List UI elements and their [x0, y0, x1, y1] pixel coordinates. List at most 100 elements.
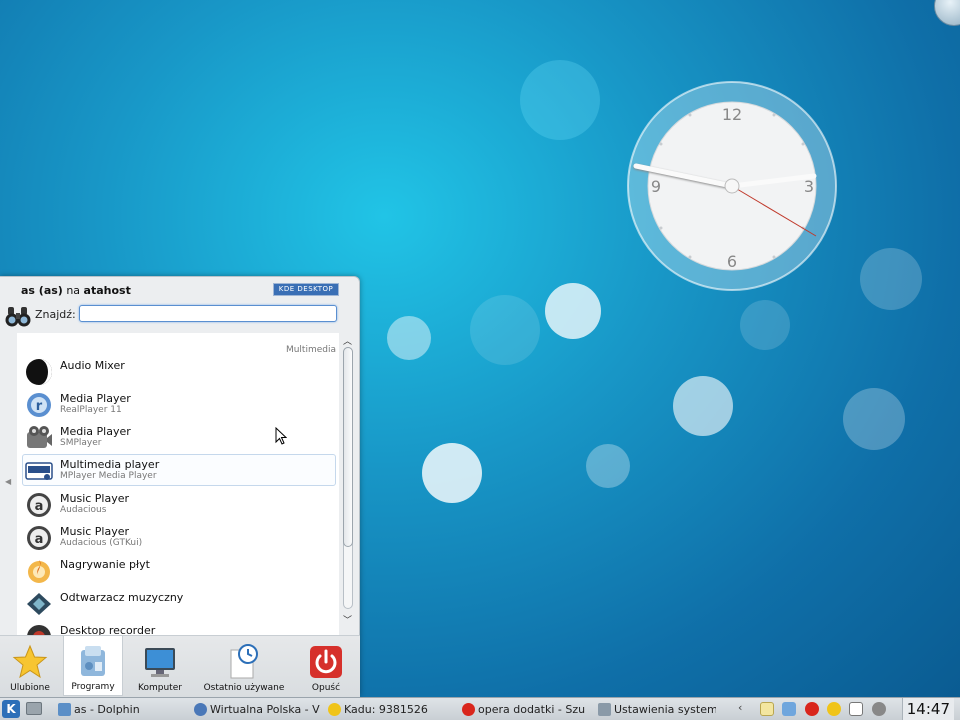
item-subtitle: Audacious (GTKui): [60, 538, 143, 548]
bokeh-light: [673, 376, 733, 436]
recorder-icon: [27, 625, 51, 635]
clock-numeral: 12: [722, 105, 742, 124]
kadu-icon: [328, 703, 341, 716]
list-item[interactable]: Media Player SMPlayer: [22, 421, 336, 453]
tab-recently-used[interactable]: Ostatnio używane: [196, 636, 292, 696]
tab-label: Ostatnio używane: [203, 683, 285, 693]
smplayer-icon: [27, 426, 52, 448]
list-item[interactable]: Audio Mixer: [22, 355, 336, 387]
search-input[interactable]: [79, 305, 337, 322]
item-subtitle: RealPlayer 11: [60, 405, 122, 415]
clock-numeral: 6: [727, 252, 737, 271]
star-icon: [12, 644, 48, 679]
bokeh-light: [470, 295, 540, 365]
clock-numeral: 3: [804, 177, 814, 196]
item-title: Odtwarzacz muzyczny: [60, 591, 184, 604]
item-subtitle: Audacious: [60, 505, 107, 515]
scroll-thumb[interactable]: [343, 347, 353, 547]
bokeh-light: [586, 444, 630, 488]
opera-tray-icon[interactable]: [805, 702, 819, 716]
user-info: as (as) na atahost: [21, 284, 131, 297]
tab-label: Ulubione: [10, 683, 50, 693]
clock-numeral: 9: [651, 177, 661, 196]
list-item[interactable]: r Media Player RealPlayer 11: [22, 388, 336, 420]
binoculars-icon: [5, 307, 31, 327]
tab-favorites[interactable]: Ulubione: [0, 636, 60, 696]
list-item[interactable]: Multimedia player MPlayer Media Player: [22, 454, 336, 486]
application-list: Multimedia Audio Mixer r Media Player Re…: [17, 333, 339, 635]
show-desktop-icon[interactable]: [26, 702, 42, 715]
list-item[interactable]: Desktop recorder: [22, 620, 336, 635]
applications-icon: [81, 646, 105, 676]
bokeh-light: [740, 300, 790, 350]
task-dolphin[interactable]: as - Dolphin: [56, 700, 188, 719]
dolphin-icon: [58, 703, 71, 716]
realplayer-icon: r: [27, 393, 51, 417]
audacious-icon: a: [27, 493, 51, 517]
task-browser[interactable]: Wirtualna Polska - V: [192, 700, 322, 719]
kickoff-tab-bar: Ulubione Programy Komputer Ostatnio używ…: [0, 635, 360, 697]
mouse-cursor-icon: [275, 427, 287, 445]
audacious-icon: a: [27, 526, 51, 550]
kadu-tray-icon[interactable]: [827, 702, 841, 716]
task-label: Ustawienia systemo: [614, 703, 716, 716]
kde-desktop-badge: KDE DESKTOP: [273, 283, 339, 296]
list-item[interactable]: a Music Player Audacious (GTKui): [22, 521, 336, 553]
tab-label: Opuść: [311, 683, 341, 693]
bokeh-light: [860, 248, 922, 310]
music-player-icon: [27, 593, 51, 615]
tab-label: Komputer: [138, 683, 182, 693]
item-title: Media Player: [60, 425, 131, 438]
clipboard-icon[interactable]: [760, 702, 774, 716]
task-opera[interactable]: opera dodatki - Szu: [460, 700, 592, 719]
opera-icon: [462, 703, 475, 716]
power-icon: [310, 646, 342, 678]
task-kadu[interactable]: Kadu: 9381526: [326, 700, 456, 719]
bokeh-light: [545, 283, 601, 339]
computer-icon: [145, 648, 175, 677]
kickoff-header: as (as) na atahost KDE DESKTOP Znajdź:: [0, 277, 359, 333]
category-header: Multimedia: [285, 345, 336, 355]
tab-leave[interactable]: Opuść: [296, 636, 356, 696]
window-icon[interactable]: [849, 702, 863, 716]
item-title: Desktop recorder: [60, 624, 156, 635]
audio-mixer-icon: [26, 359, 52, 385]
task-label: opera dodatki - Szu: [478, 703, 586, 716]
tab-applications[interactable]: Programy: [63, 636, 123, 696]
item-subtitle: SMPlayer: [60, 438, 102, 448]
digital-clock[interactable]: 14:47: [901, 698, 954, 720]
chevron-down-icon[interactable]: ﹀: [343, 613, 352, 626]
task-settings[interactable]: Ustawienia systemo: [596, 700, 716, 719]
analog-clock[interactable]: 12 3 6 9: [626, 80, 838, 292]
list-item[interactable]: a Music Player Audacious: [22, 488, 336, 520]
user-joiner: na: [66, 284, 81, 297]
tab-computer[interactable]: Komputer: [130, 636, 190, 696]
recent-icon: [230, 644, 258, 679]
tray-arrow-icon[interactable]: ‹: [738, 701, 742, 714]
list-item[interactable]: Odtwarzacz muzyczny: [22, 587, 336, 619]
user-name: as (as): [21, 284, 63, 297]
item-subtitle: MPlayer Media Player: [60, 471, 157, 481]
svg-text:r: r: [36, 399, 43, 414]
bokeh-light: [520, 60, 600, 140]
list-item[interactable]: Nagrywanie płyt: [22, 554, 336, 586]
host-name: atahost: [83, 284, 131, 297]
task-label: Wirtualna Polska - V: [210, 703, 320, 716]
svg-text:a: a: [35, 499, 44, 514]
list-scrollbar[interactable]: ︿ ﹀: [340, 333, 356, 635]
desktop-toolbox[interactable]: [934, 0, 960, 26]
item-title: Nagrywanie płyt: [60, 558, 150, 571]
svg-text:a: a: [35, 532, 44, 547]
folder-icon[interactable]: [782, 702, 796, 716]
info-icon[interactable]: [872, 702, 886, 716]
item-title: Audio Mixer: [60, 359, 125, 372]
search-label: Znajdź:: [35, 308, 76, 321]
chevron-up-icon[interactable]: ︿: [343, 334, 352, 347]
kde-menu-button[interactable]: K: [2, 700, 20, 718]
back-arrow-icon[interactable]: ◀: [5, 477, 11, 486]
kickoff-menu: as (as) na atahost KDE DESKTOP Znajdź: ◀…: [0, 276, 360, 697]
settings-icon: [598, 703, 611, 716]
task-label: Kadu: 9381526: [344, 703, 428, 716]
tab-label: Programy: [71, 682, 115, 692]
taskbar: K as - Dolphin Wirtualna Polska - V Kadu…: [0, 697, 960, 720]
